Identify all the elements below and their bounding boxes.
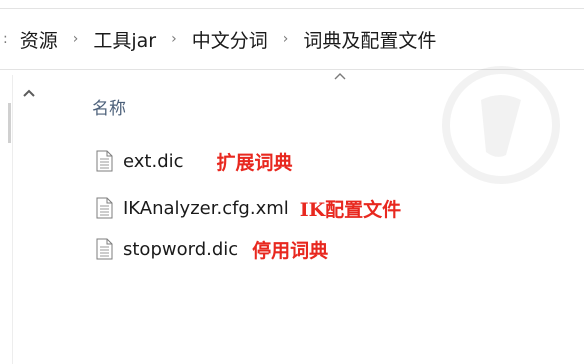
- chevron-right-icon[interactable]: ›: [73, 31, 79, 47]
- column-header-name[interactable]: 名称: [92, 94, 126, 119]
- annotation-label: 停用词典: [252, 239, 329, 262]
- navigation-pane-scrollbar[interactable]: [8, 103, 11, 143]
- watermark-icon: [442, 66, 560, 184]
- file-row[interactable]: IKAnalyzer.cfg.xml IK配置文件: [96, 193, 401, 223]
- document-icon: [96, 238, 113, 260]
- breadcrumb-lead: :: [3, 31, 8, 47]
- annotation-label: 扩展词典: [216, 151, 293, 174]
- file-name[interactable]: IKAnalyzer.cfg.xml: [123, 198, 289, 219]
- file-name[interactable]: ext.dic: [123, 151, 184, 172]
- file-name[interactable]: stopword.dic: [123, 239, 238, 260]
- document-icon: [96, 150, 113, 172]
- breadcrumb-item-tools-jar[interactable]: 工具jar: [91, 26, 158, 53]
- sort-up-icon[interactable]: [333, 70, 347, 84]
- breadcrumb-item-dictionary-config[interactable]: 词典及配置文件: [301, 26, 438, 53]
- chevron-right-icon[interactable]: ›: [283, 31, 289, 47]
- file-row[interactable]: ext.dic 扩展词典: [96, 146, 293, 176]
- breadcrumb-item-resources[interactable]: 资源: [18, 26, 60, 53]
- file-row[interactable]: stopword.dic 停用词典: [96, 234, 328, 264]
- annotation-label: IK配置文件: [299, 198, 402, 221]
- scroll-up-icon[interactable]: [22, 88, 36, 98]
- document-icon: [96, 197, 113, 219]
- navigation-pane-edge: [0, 75, 13, 364]
- chevron-right-icon[interactable]: ›: [171, 31, 177, 47]
- file-explorer-window: : 资源 › 工具jar › 中文分词 › 词典及配置文件 名称 ext.dic…: [0, 0, 584, 364]
- breadcrumb-item-chinese-segmentation[interactable]: 中文分词: [190, 26, 270, 53]
